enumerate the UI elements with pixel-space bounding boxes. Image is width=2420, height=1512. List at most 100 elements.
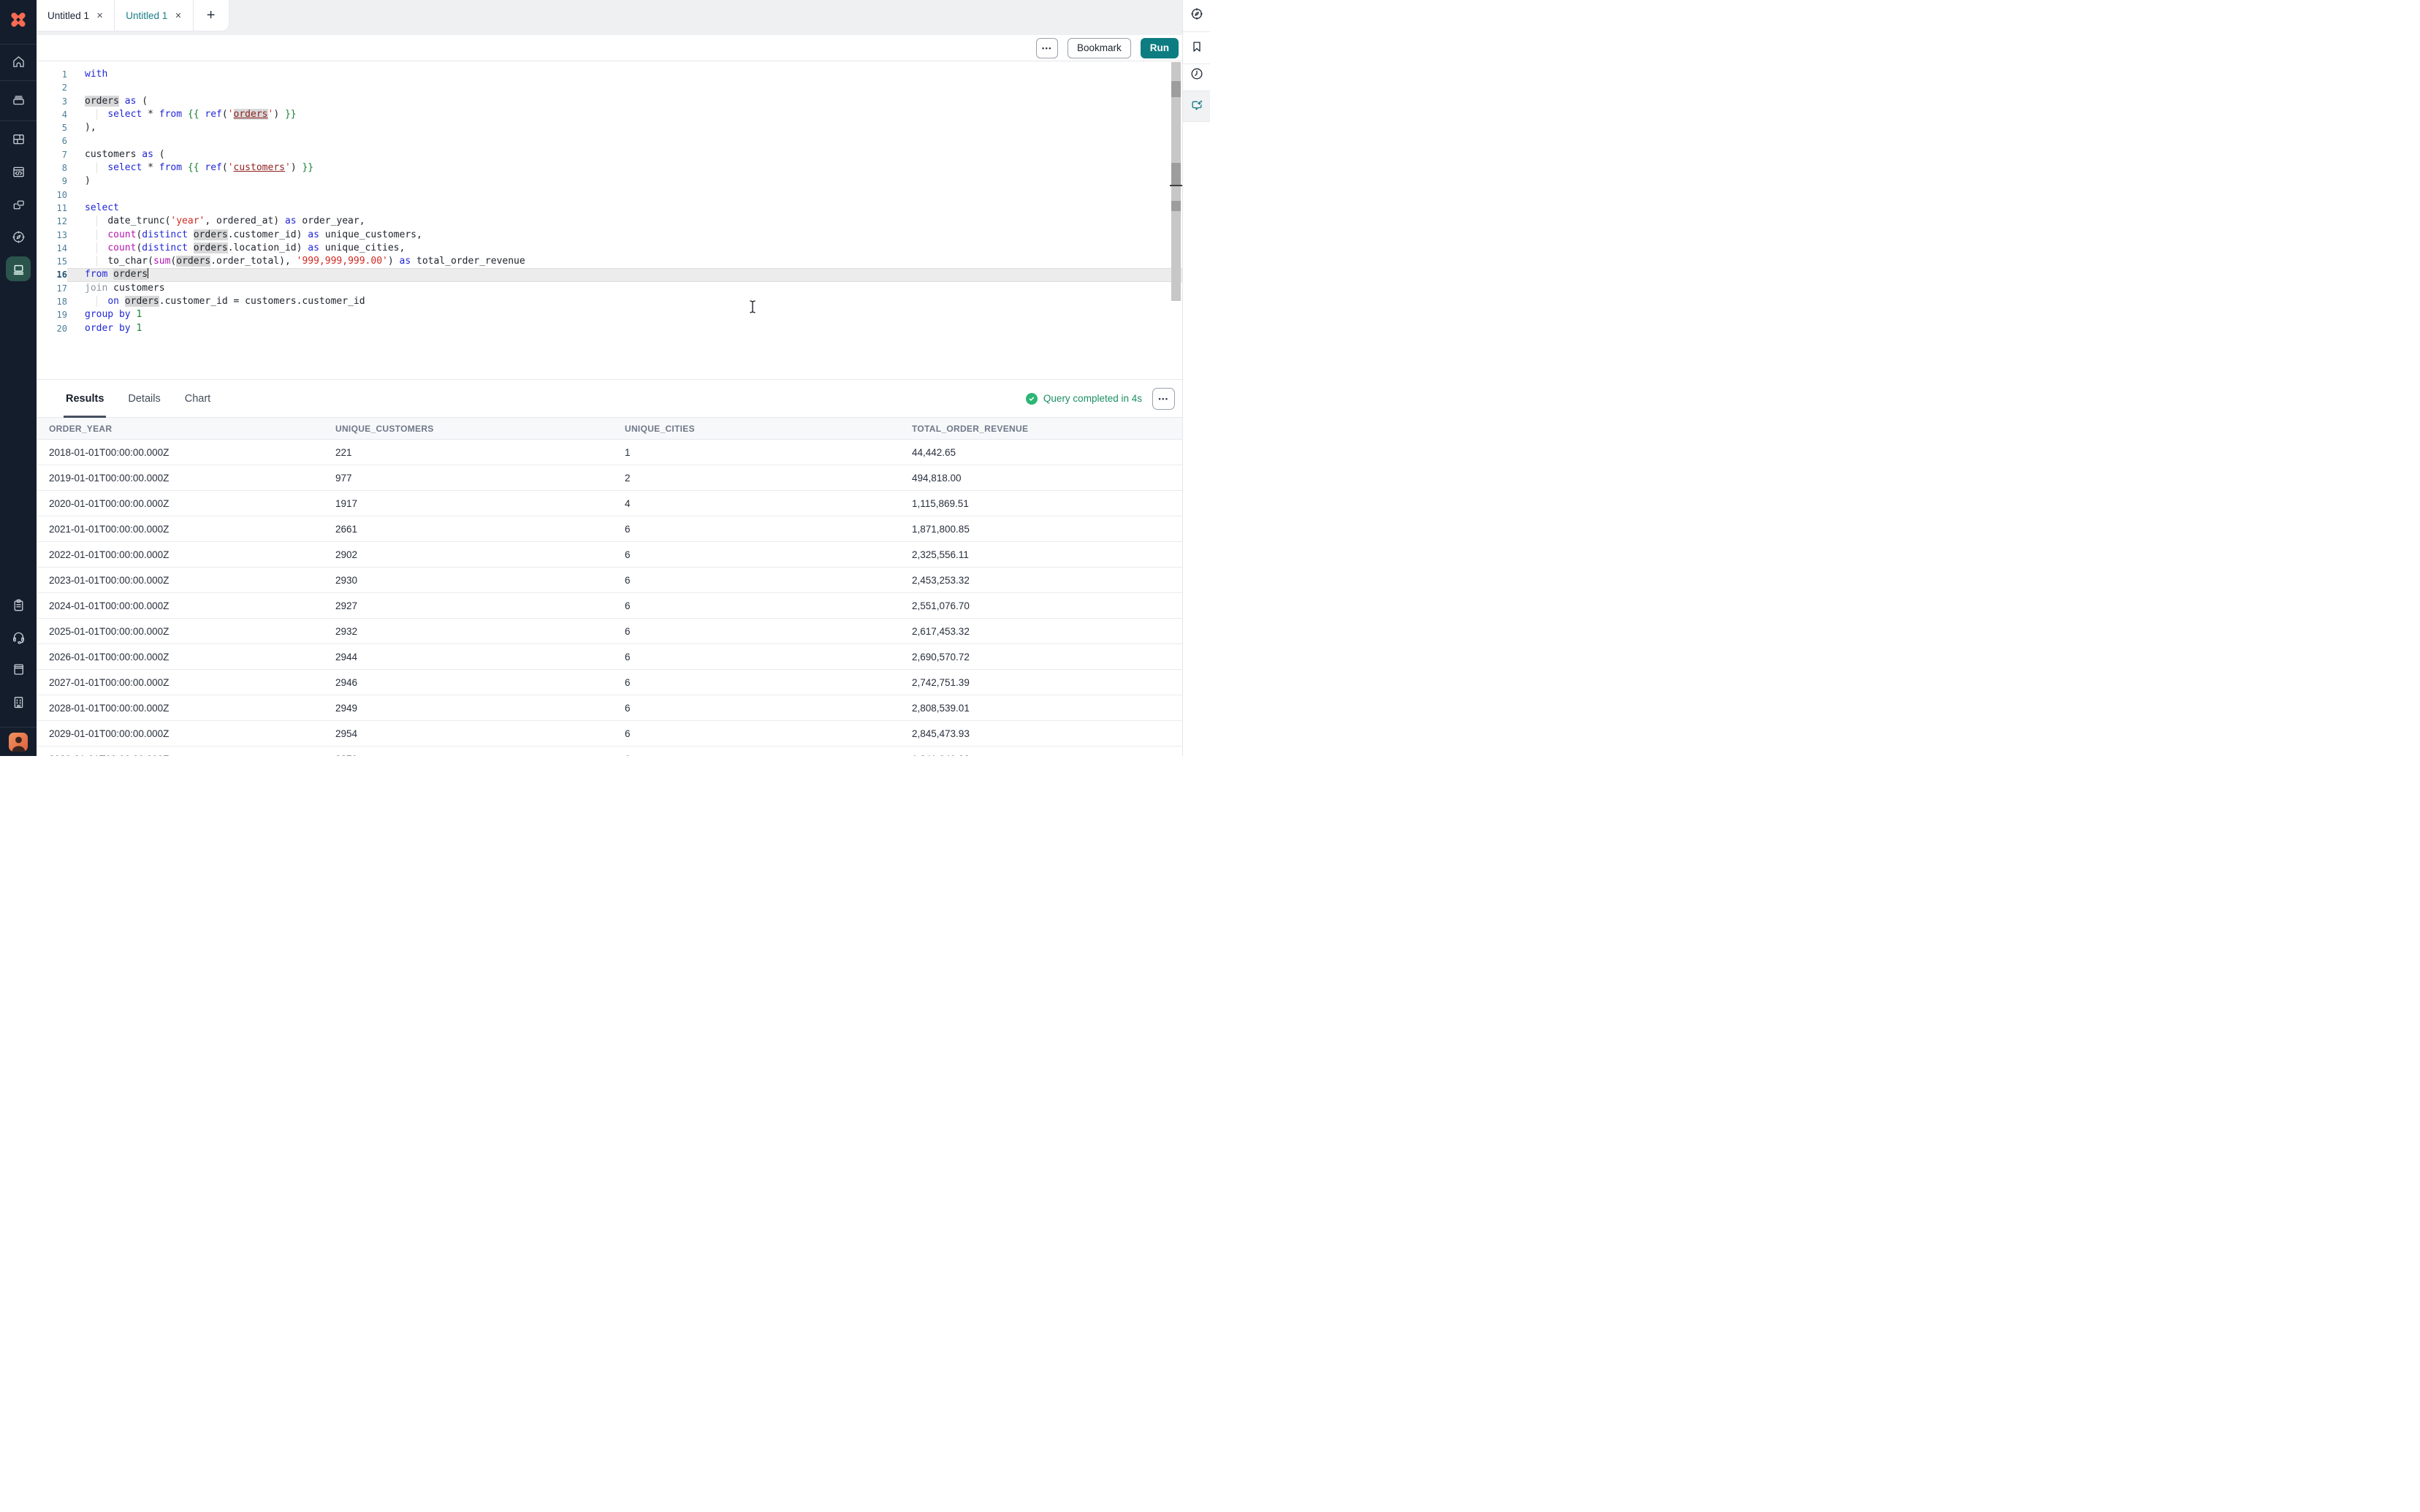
query-status: Query completed in 4s [1026, 393, 1142, 405]
table-row[interactable]: 2028-01-01T00:00:00.000Z294962,808,539.0… [37, 695, 1182, 721]
sidebar-divider [0, 80, 37, 81]
table-cell: 2,325,556.11 [912, 549, 1182, 560]
table-row[interactable]: 2020-01-01T00:00:00.000Z191741,115,869.5… [37, 491, 1182, 516]
code-line[interactable]: 4 select * from {{ ref('orders') }} [37, 108, 1182, 121]
history-clock-icon [1190, 66, 1204, 81]
close-icon[interactable]: ✕ [175, 11, 181, 20]
table-cell: 2029-01-01T00:00:00.000Z [49, 728, 335, 739]
code-line[interactable]: 20order by 1 [37, 322, 1182, 335]
code-line[interactable]: 8 select * from {{ ref('customers') }} [37, 161, 1182, 175]
column-header[interactable]: UNIQUE_CITIES [625, 424, 912, 434]
sidebar-item-code-view[interactable] [6, 159, 31, 184]
sidebar-item-docs[interactable] [6, 657, 31, 681]
code-line[interactable]: 10 [37, 188, 1182, 202]
table-row[interactable]: 2019-01-01T00:00:00.000Z9772494,818.00 [37, 465, 1182, 491]
code-line[interactable]: 15 to_char(sum(orders.order_total), '999… [37, 255, 1182, 268]
tab-untitled-1[interactable]: Untitled 1 ✕ [37, 0, 115, 31]
line-number: 4 [37, 108, 67, 121]
close-icon[interactable]: ✕ [96, 11, 103, 20]
table-cell: 1,841,049.32 [912, 754, 1182, 757]
code-line[interactable]: 6 [37, 134, 1182, 148]
table-cell: 2932 [335, 626, 625, 637]
table-row[interactable]: 2018-01-01T00:00:00.000Z221144,442.65 [37, 440, 1182, 465]
table-row[interactable]: 2025-01-01T00:00:00.000Z293262,617,453.3… [37, 619, 1182, 644]
run-button[interactable]: Run [1141, 38, 1179, 58]
tab-bar: Untitled 1 ✕ Untitled 1 ✕ + [37, 0, 1182, 35]
code-line[interactable]: 11select [37, 202, 1182, 215]
table-row[interactable]: 2026-01-01T00:00:00.000Z294462,690,570.7… [37, 644, 1182, 670]
code-line[interactable]: 9) [37, 175, 1182, 188]
tab-chart[interactable]: Chart [185, 380, 210, 417]
scrollbar-thumb[interactable] [1171, 163, 1181, 185]
table-row[interactable]: 2029-01-01T00:00:00.000Z295462,845,473.9… [37, 721, 1182, 747]
table-cell: 2023-01-01T00:00:00.000Z [49, 575, 335, 586]
sidebar-item-collections[interactable] [6, 87, 31, 112]
code-line[interactable]: 1with [37, 68, 1182, 81]
table-cell: 2661 [335, 524, 625, 535]
code-line[interactable]: 16from orders [37, 268, 1182, 281]
rail-item-explore[interactable] [1189, 6, 1205, 22]
table-cell: 6 [625, 703, 912, 714]
code-line[interactable]: 14 count(distinct orders.location_id) as… [37, 242, 1182, 255]
building-icon [11, 695, 26, 710]
line-number: 12 [37, 215, 67, 228]
code-line[interactable]: 18 on orders.customer_id = customers.cus… [37, 295, 1182, 308]
line-number: 20 [37, 322, 67, 335]
table-row[interactable]: 2022-01-01T00:00:00.000Z290262,325,556.1… [37, 542, 1182, 568]
column-header[interactable]: TOTAL_ORDER_REVENUE [912, 424, 1182, 434]
book-icon [11, 662, 26, 677]
column-header[interactable]: ORDER_YEAR [49, 424, 335, 434]
line-number: 16 [37, 268, 67, 281]
table-cell: 1,115,869.51 [912, 498, 1182, 509]
rail-item-ai-assistant[interactable] [1183, 91, 1210, 122]
check-circle-icon [1026, 393, 1038, 405]
line-number: 9 [37, 175, 67, 188]
sql-editor[interactable]: 1with23orders as (4 select * from {{ ref… [37, 61, 1182, 379]
sidebar-item-components[interactable] [6, 126, 31, 151]
tab-results[interactable]: Results [66, 380, 104, 417]
table-cell: 6 [625, 600, 912, 611]
editor-scrollbar[interactable] [1171, 62, 1181, 301]
table-row[interactable]: 2023-01-01T00:00:00.000Z293062,453,253.3… [37, 568, 1182, 593]
table-row[interactable]: 2030-01-01T00:00:00.000Z287961,841,049.3… [37, 747, 1182, 756]
tab-untitled-2[interactable]: Untitled 1 ✕ [115, 0, 193, 31]
sidebar-item-support[interactable] [6, 625, 31, 649]
user-avatar[interactable] [9, 733, 28, 752]
code-line[interactable]: 7customers as ( [37, 148, 1182, 161]
table-cell: 2949 [335, 703, 625, 714]
table-cell: 2,617,453.32 [912, 626, 1182, 637]
line-number: 3 [37, 95, 67, 108]
sidebar-item-organization[interactable] [6, 690, 31, 714]
code-line[interactable]: 5), [37, 121, 1182, 134]
table-cell: 2021-01-01T00:00:00.000Z [49, 524, 335, 535]
line-number: 7 [37, 148, 67, 161]
sidebar-item-notebook-active[interactable] [6, 256, 31, 281]
rail-item-bookmarks[interactable] [1189, 39, 1205, 55]
new-tab-button[interactable]: + [194, 0, 229, 31]
clipboard-icon [11, 597, 26, 613]
table-cell: 2,453,253.32 [912, 575, 1182, 586]
table-row[interactable]: 2021-01-01T00:00:00.000Z266161,871,800.8… [37, 516, 1182, 542]
code-line[interactable]: 17join customers [37, 282, 1182, 295]
column-header[interactable]: UNIQUE_CUSTOMERS [335, 424, 625, 434]
table-row[interactable]: 2027-01-01T00:00:00.000Z294662,742,751.3… [37, 670, 1182, 695]
line-number: 5 [37, 121, 67, 134]
code-line[interactable]: 2 [37, 81, 1182, 94]
sidebar-item-home[interactable] [6, 49, 31, 74]
tab-details[interactable]: Details [128, 380, 160, 417]
results-more-button[interactable]: ••• [1152, 388, 1175, 410]
code-line[interactable]: 3orders as ( [37, 95, 1182, 108]
code-line[interactable]: 12 date_trunc('year', ordered_at) as ord… [37, 215, 1182, 228]
more-options-button[interactable]: ••• [1036, 38, 1058, 58]
bookmark-button[interactable]: Bookmark [1068, 38, 1131, 58]
sidebar-item-sessions[interactable] [6, 192, 31, 217]
sidebar-item-explore[interactable] [6, 224, 31, 249]
sidebar-item-templates[interactable] [6, 592, 31, 617]
table-cell: 2018-01-01T00:00:00.000Z [49, 447, 335, 458]
code-line[interactable]: 19group by 1 [37, 308, 1182, 321]
rail-item-history[interactable] [1189, 66, 1205, 82]
table-cell: 2026-01-01T00:00:00.000Z [49, 652, 335, 663]
table-row[interactable]: 2024-01-01T00:00:00.000Z292762,551,076.7… [37, 593, 1182, 619]
hex-logo-icon[interactable] [8, 9, 28, 30]
code-line[interactable]: 13 count(distinct orders.customer_id) as… [37, 229, 1182, 242]
